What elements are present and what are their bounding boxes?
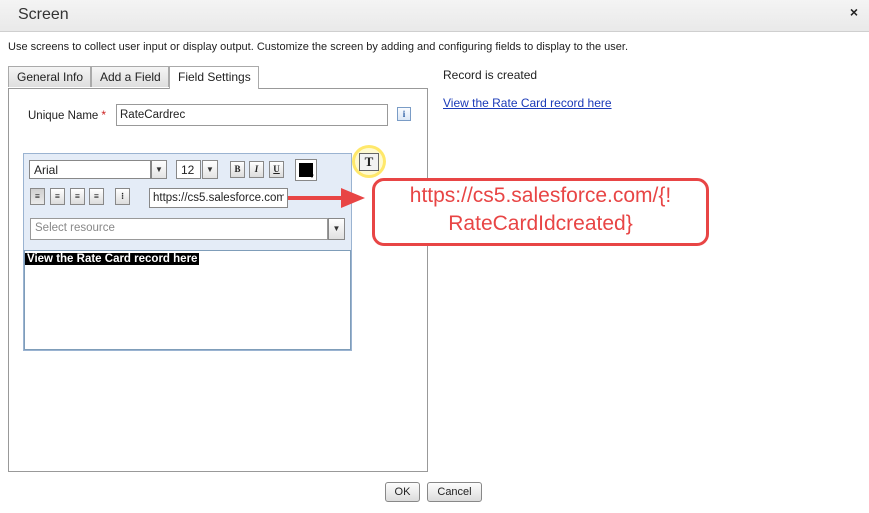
annotation-line-2: RateCardIdcreated} <box>448 212 633 235</box>
info-icon[interactable]: i <box>397 107 411 121</box>
align-left-icon[interactable]: ≡ <box>30 188 45 205</box>
annotation-text: https://cs5.salesforce.com/{! RateCardId… <box>372 182 709 238</box>
url-input[interactable] <box>149 188 288 208</box>
output-label: Record is created <box>443 68 538 82</box>
annotation-arrow-icon <box>288 188 365 208</box>
close-icon[interactable]: × <box>850 4 858 20</box>
chevron-down-icon[interactable]: ▼ <box>202 160 218 179</box>
chevron-down-icon: ▼ <box>309 174 315 180</box>
dialog-title: Screen <box>18 6 69 23</box>
underline-button[interactable]: U <box>269 161 284 178</box>
align-justify-icon[interactable]: ≡ <box>89 188 104 205</box>
cancel-button[interactable]: Cancel <box>427 482 482 502</box>
italic-button[interactable]: I <box>249 161 264 178</box>
required-star-icon: * <box>101 108 106 122</box>
tab-field-settings[interactable]: Field Settings <box>169 66 259 89</box>
tab-general-info[interactable]: General Info <box>8 66 91 87</box>
annotation-line-1: https://cs5.salesforce.com/{! <box>409 184 672 207</box>
bold-button[interactable]: B <box>230 161 245 178</box>
select-resource[interactable]: Select resource <box>30 218 328 240</box>
text-color-button[interactable]: ▼ <box>295 159 317 181</box>
font-family-select[interactable]: Arial <box>29 160 151 179</box>
bullet-list-icon[interactable]: ⁝ <box>115 188 130 205</box>
description-text: Use screens to collect user input or dis… <box>8 41 629 53</box>
tab-add-a-field[interactable]: Add a Field <box>91 66 169 87</box>
selected-content-text: View the Rate Card record here <box>25 253 200 265</box>
chevron-down-icon[interactable]: ▼ <box>328 218 345 240</box>
insert-link-button[interactable]: T <box>359 153 379 171</box>
font-size-select[interactable]: 12 <box>176 160 201 179</box>
unique-name-label-text: Unique Name <box>28 110 99 122</box>
dialog-header: Screen × <box>0 0 869 32</box>
editor-content-area[interactable] <box>24 250 351 350</box>
align-right-icon[interactable]: ≡ <box>70 188 85 205</box>
unique-name-input[interactable] <box>116 104 388 126</box>
ok-button[interactable]: OK <box>385 482 420 502</box>
align-center-icon[interactable]: ≡ <box>50 188 65 205</box>
output-link[interactable]: View the Rate Card record here <box>443 96 612 110</box>
unique-name-label: Unique Name * <box>28 108 106 122</box>
chevron-down-icon[interactable]: ▼ <box>151 160 167 179</box>
